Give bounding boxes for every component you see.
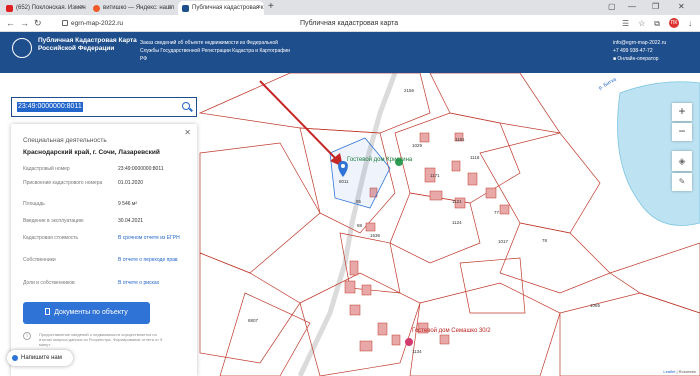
chat-status-icon (12, 355, 18, 361)
parcel-label: 1118 (470, 155, 480, 160)
logo-icon[interactable] (12, 38, 32, 58)
tab-label: Публичная кадастровая к (192, 5, 264, 11)
search-input[interactable]: 23:49:0000000:8011 (11, 97, 197, 117)
close-tab-icon[interactable]: × (168, 1, 172, 15)
row-label: Введение в эксплуатацию (23, 218, 84, 224)
parcel-label: 1029 (412, 143, 423, 148)
close-window-icon[interactable]: ✕ (678, 1, 685, 13)
row-label: Кадастровый номер (23, 166, 70, 172)
info-icon: i (23, 332, 31, 340)
maximize-icon[interactable]: ❐ (652, 1, 659, 13)
youtube-favicon-icon (6, 5, 13, 12)
documents-button-label: Документы по объекту (54, 309, 128, 316)
url-field[interactable]: egrn-map-2022.ru (62, 18, 182, 29)
download-icon[interactable]: ↓ (688, 18, 692, 29)
page-title: Публичная кадастровая карта (300, 20, 399, 27)
browser-tab-2[interactable]: витишко — Яндекс: нашл × (89, 1, 175, 15)
row-value-link[interactable]: В отчете о рисках (118, 280, 190, 287)
search-query: 23:49:0000000:8011 (17, 102, 83, 112)
parcel-label: 78 (542, 238, 548, 243)
parcel-label: 8011 (339, 179, 349, 184)
parcel-label: 77 (494, 210, 500, 215)
search-icon[interactable] (182, 102, 190, 110)
row-label: Площадь (23, 201, 45, 207)
object-category: Специальная деятельность (23, 137, 107, 144)
selected-parcel (329, 137, 391, 209)
browser-tab-bar: (652) Поклонская. Измен × витишко — Янде… (0, 0, 700, 15)
tabs-icon[interactable]: ☰ (622, 18, 629, 29)
chat-label: Напишите нам (21, 355, 62, 361)
profile-avatar[interactable]: ПК (669, 18, 679, 28)
address-bar-row: ← → ↻ egrn-map-2022.ru Публичная кадастр… (0, 15, 700, 32)
row-label: Собственники (23, 257, 56, 263)
header-description: Заказ сведений об объекте недвижимости и… (140, 40, 290, 62)
close-tab-icon[interactable]: × (257, 1, 261, 15)
yandex-favicon-icon (93, 5, 100, 12)
row-value: 23:49:0000000:8011 (118, 166, 164, 172)
parcel-label: 8807 (248, 318, 259, 323)
chat-button[interactable]: Напишите нам (7, 350, 73, 366)
back-icon[interactable]: ← (6, 17, 15, 29)
parcel-label: 95 (356, 199, 362, 204)
row-label: Доли и собственников (23, 280, 75, 286)
site-header: Публичная Кадастровая Карта Российской Ф… (0, 32, 700, 73)
document-icon (45, 308, 51, 315)
red-arrow-line (259, 80, 339, 162)
forward-icon[interactable]: → (20, 17, 29, 29)
url-text: egrn-map-2022.ru (71, 20, 124, 27)
disclaimer-text: Предоставление сведений о недвижимости о… (39, 332, 163, 347)
poi-label-guesthouse-2[interactable]: Гостевой дом Семашко 30/2 (412, 328, 491, 334)
row-value-link[interactable]: В срочном отчете из ЕГРН (118, 235, 190, 242)
bookmark-icon[interactable]: ☆ (638, 18, 645, 29)
logo-text[interactable]: Публичная Кадастровая Карта Российской Ф… (38, 37, 138, 53)
layers-icon[interactable]: ◈ (672, 151, 692, 171)
row-value: 9 546 м² (118, 201, 138, 207)
contact-email[interactable]: info@egrn-map-2022.ru (613, 39, 666, 47)
browser-tab-1[interactable]: (652) Поклонская. Измен × (2, 1, 87, 15)
object-address: Краснодарский край, г. Сочи, Лазаревский (23, 149, 160, 156)
site-favicon-icon (182, 5, 189, 12)
lock-icon (62, 20, 68, 26)
object-info-panel: ✕ Специальная деятельность Краснодарский… (11, 124, 197, 376)
online-operator-link[interactable]: ■ Онлайн-оператор (613, 55, 666, 63)
reload-icon[interactable]: ↻ (34, 17, 42, 29)
zoom-out-button[interactable]: − (672, 123, 692, 141)
parcel-label: 1181 (455, 137, 465, 142)
parcel-label: 1124 (452, 220, 462, 225)
parcel-label: 1065 (590, 303, 601, 308)
minimize-icon[interactable]: — (628, 1, 636, 13)
parcel-label: 88 (357, 223, 363, 228)
zoom-in-button[interactable]: + (672, 103, 692, 121)
parcel-label: 1171 (430, 173, 440, 178)
ruler-icon[interactable]: ✎ (672, 173, 692, 191)
row-label: Присвоение кадастрового номера (23, 180, 103, 186)
parcel-label: 1017 (498, 239, 509, 244)
tab-label: витишко — Яндекс: нашл (103, 5, 175, 11)
close-icon[interactable]: ✕ (184, 128, 191, 137)
leaflet-link[interactable]: Leaflet (663, 369, 675, 374)
parcel-label: 1536 (370, 233, 381, 238)
documents-button[interactable]: Документы по объекту (23, 302, 150, 324)
parcel-label: 2156 (404, 88, 415, 93)
contact-phone[interactable]: +7 499 938-47-72 (613, 47, 666, 55)
header-contacts: info@egrn-map-2022.ru +7 499 938-47-72 ■… (613, 39, 666, 63)
row-value: 30.04.2021 (118, 218, 144, 224)
parcel-label: 1134 (412, 349, 422, 354)
new-tab-button[interactable]: + (268, 1, 274, 13)
map-attribution: Leaflet | Rosreestr (661, 369, 698, 374)
browser-tab-3-active[interactable]: Публичная кадастровая к × (178, 1, 264, 15)
poi-marker-icon (405, 338, 413, 346)
row-label: Кадастровая стоимость (23, 235, 79, 241)
row-value: 01.01.2020 (118, 180, 144, 186)
tab-label: (652) Поклонская. Измен (16, 5, 86, 11)
close-tab-icon[interactable]: × (80, 1, 84, 15)
toolbar-icons: ☰ ☆ ⧉ ПК ↓ (622, 18, 692, 29)
row-value-link[interactable]: В отчете о переходе прав (118, 257, 190, 264)
poi-label-guesthouse[interactable]: Гостевой дом Кристина (347, 157, 412, 163)
parcel-label: 1121 (452, 199, 462, 204)
bookmarks-icon[interactable]: ▢ (608, 1, 616, 13)
extensions-icon[interactable]: ⧉ (654, 18, 660, 29)
